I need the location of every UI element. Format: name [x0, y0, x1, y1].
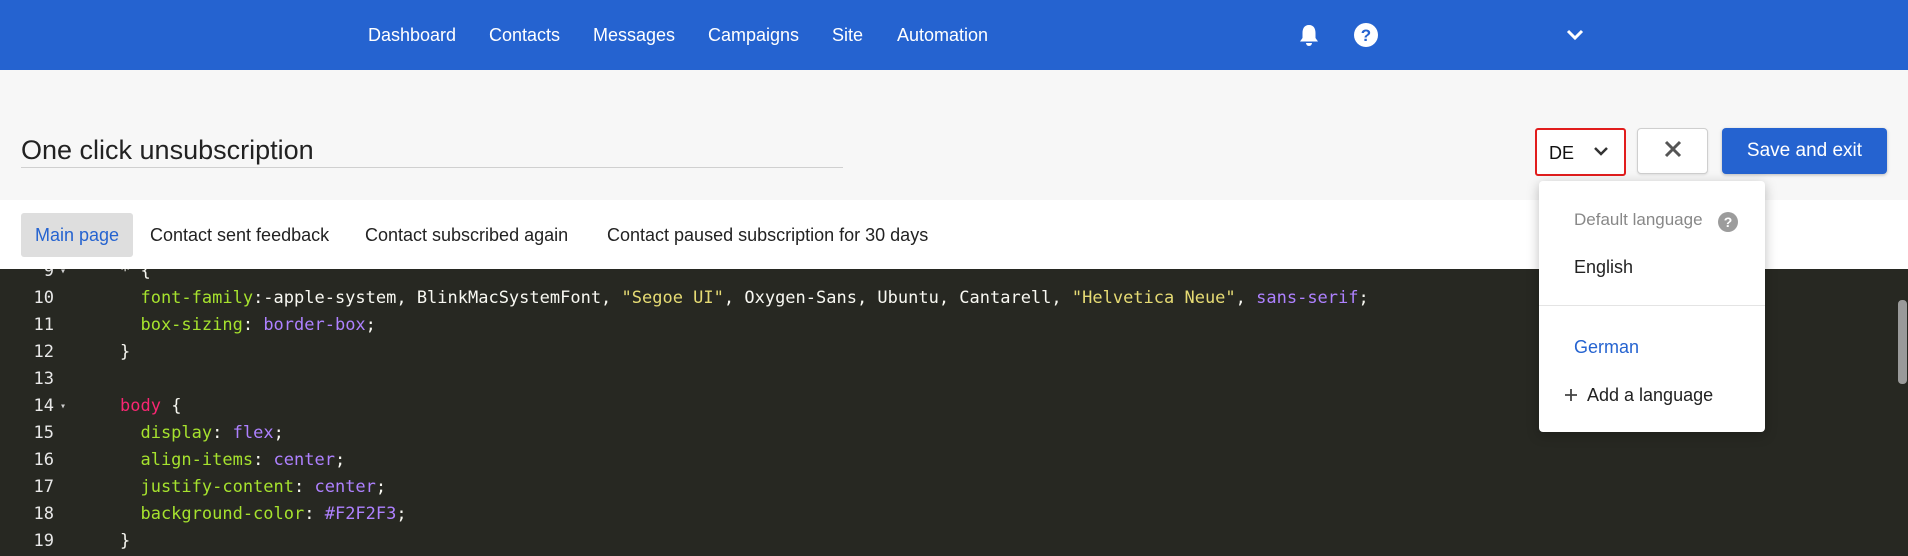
code-token: center [273, 450, 335, 470]
code-text: body { [120, 393, 181, 420]
code-token: ; [365, 315, 376, 335]
save-and-exit-button[interactable]: Save and exit [1722, 128, 1887, 174]
line-number: 16 [33, 450, 54, 470]
code-token: : [253, 450, 274, 470]
code-text: justify-content: center; [120, 474, 386, 501]
editor-scrollbar-thumb[interactable] [1898, 300, 1907, 384]
code-token: ; [334, 450, 346, 470]
code-token: font-family [120, 288, 254, 308]
code-token: : [294, 477, 315, 497]
nav-campaigns[interactable]: Campaigns [708, 0, 799, 70]
code-token: display [120, 423, 213, 443]
close-button[interactable] [1637, 128, 1708, 174]
code-token: justify-content [120, 477, 294, 497]
code-token: :-apple-system, BlinkMacSystemFont, [253, 288, 622, 308]
chevron-down-icon [1593, 144, 1609, 162]
code-token: flex [232, 423, 274, 443]
code-line[interactable]: 17 justify-content: center; [0, 474, 1900, 501]
code-token: , Oxygen-Sans, Ubuntu, Cantarell, [723, 288, 1072, 308]
svg-text:?: ? [1361, 26, 1371, 45]
nav-messages[interactable]: Messages [593, 0, 675, 70]
code-token: sans-serif [1256, 288, 1359, 308]
fold-toggle-icon[interactable]: ▾ [60, 393, 66, 420]
code-line[interactable]: 19} [0, 528, 1900, 555]
code-token: border-box [263, 315, 366, 335]
line-number: 11 [33, 315, 54, 335]
tab-contact-paused-subscription[interactable]: Contact paused subscription for 30 days [607, 213, 928, 257]
code-token: : [242, 315, 264, 335]
line-number: 15 [33, 423, 54, 443]
code-text: } [120, 528, 130, 555]
plus-icon [1564, 388, 1578, 402]
code-token: center [314, 477, 376, 497]
line-number: 19 [33, 531, 54, 551]
add-language-label: Add a language [1587, 384, 1714, 405]
tab-main-page[interactable]: Main page [21, 213, 134, 257]
code-line[interactable]: 18 background-color: #F2F2F3; [0, 501, 1900, 528]
language-option-german[interactable]: German [1574, 337, 1639, 358]
language-option-english[interactable]: English [1574, 257, 1633, 278]
code-text: } [120, 339, 130, 366]
language-code: DE [1549, 143, 1575, 163]
code-text: font-family:-apple-system, BlinkMacSyste… [120, 285, 1369, 312]
code-text: background-color: #F2F2F3; [120, 501, 407, 528]
code-token: * { [120, 269, 151, 281]
code-token: ; [375, 477, 387, 497]
code-text: display: flex; [120, 420, 284, 447]
tab-contact-subscribed-again[interactable]: Contact subscribed again [365, 213, 568, 257]
code-text: * { [120, 269, 151, 285]
account-menu-chevron-down-icon[interactable] [1560, 20, 1590, 50]
line-number: 17 [33, 477, 54, 497]
code-token: align-items [120, 450, 254, 470]
nav-contacts[interactable]: Contacts [489, 0, 560, 70]
code-token: box-sizing [120, 315, 243, 335]
code-token: : [212, 423, 233, 443]
line-number: 18 [33, 504, 54, 524]
code-token: #F2F2F3 [324, 504, 397, 524]
code-token: { [160, 396, 182, 416]
page-title-input[interactable] [21, 133, 843, 168]
bell-icon[interactable] [1294, 20, 1324, 50]
code-token: "Helvetica Neue" [1071, 288, 1236, 308]
nav-automation[interactable]: Automation [897, 0, 988, 70]
code-token: ; [396, 504, 407, 524]
code-token: ; [1358, 288, 1369, 308]
code-token: , [1235, 288, 1257, 308]
help-icon[interactable]: ? [1351, 20, 1381, 50]
line-number: 10 [33, 288, 54, 308]
default-language-label: Default language [1574, 210, 1703, 229]
close-icon [1664, 140, 1682, 163]
divider [1539, 305, 1765, 306]
top-navigation-bar: Dashboard Contacts Messages Campaigns Si… [0, 0, 1908, 70]
code-text: align-items: center; [120, 447, 345, 474]
nav-site[interactable]: Site [832, 0, 863, 70]
language-dropdown-menu: Default language ? English German Add a … [1539, 181, 1765, 432]
code-token: ; [273, 423, 284, 443]
tab-contact-sent-feedback[interactable]: Contact sent feedback [150, 213, 329, 257]
code-token: } [120, 342, 131, 362]
code-token: : [304, 504, 325, 524]
code-token: "Segoe UI" [621, 288, 724, 308]
help-icon[interactable]: ? [1718, 212, 1738, 232]
fold-toggle-icon[interactable]: ▾ [60, 269, 66, 285]
code-token: body [120, 396, 161, 416]
add-language-button[interactable]: Add a language [1564, 381, 1713, 409]
line-number: 9 [43, 269, 54, 281]
line-number: 14 [33, 396, 54, 416]
nav-dashboard[interactable]: Dashboard [368, 0, 456, 70]
language-select[interactable]: DE [1535, 128, 1626, 176]
code-text: box-sizing: border-box; [120, 312, 376, 339]
code-line[interactable]: 16 align-items: center; [0, 447, 1900, 474]
line-number: 13 [33, 369, 54, 389]
code-token: } [120, 531, 131, 551]
code-token: background-color [120, 504, 305, 524]
line-number: 12 [33, 342, 54, 362]
